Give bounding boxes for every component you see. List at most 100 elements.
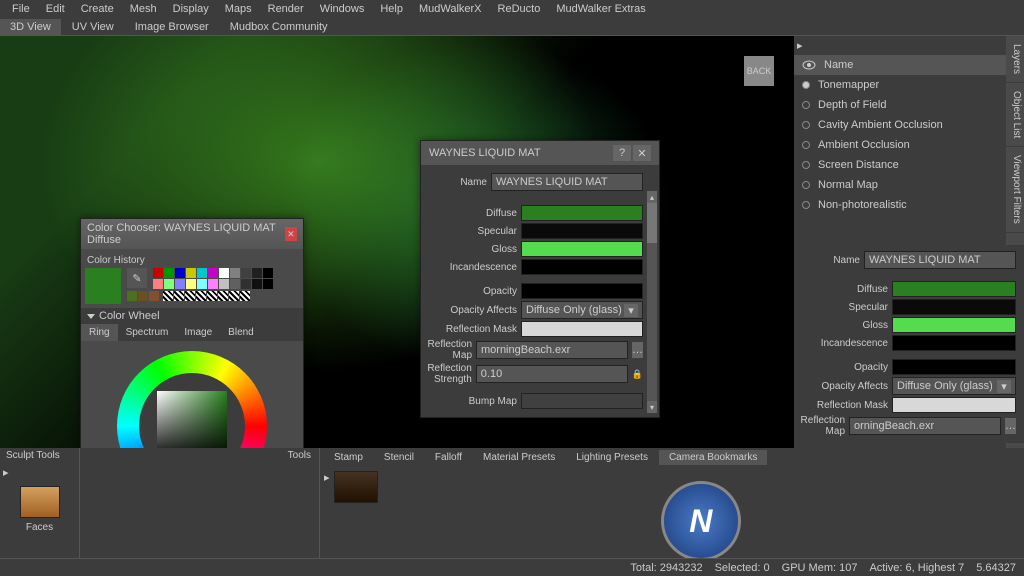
menu-edit[interactable]: Edit [38, 1, 73, 17]
palette-swatch[interactable] [153, 268, 163, 278]
help-button[interactable]: ? [613, 145, 631, 161]
close-button[interactable]: ✕ [285, 227, 297, 241]
menu-render[interactable]: Render [260, 1, 312, 17]
color-wheel-heading[interactable]: Color Wheel [81, 308, 303, 324]
empty-swatch[interactable] [229, 291, 239, 301]
expand-icon[interactable]: ▸ [3, 467, 9, 479]
layer-npr[interactable]: Non-photorealistic [794, 195, 1006, 215]
bump-swatch[interactable] [521, 393, 643, 409]
tab-material-presets[interactable]: Material Presets [473, 450, 565, 465]
visibility-dot[interactable] [802, 81, 810, 89]
layer-depth-of-field[interactable]: Depth of Field [794, 95, 1006, 115]
palette-swatch[interactable] [153, 279, 163, 289]
opacity-affects-dropdown[interactable]: Diffuse Only (glass)▾ [892, 377, 1016, 395]
history-swatch[interactable] [138, 291, 148, 301]
refl-map-input[interactable] [849, 417, 1001, 435]
empty-swatch[interactable] [163, 291, 173, 301]
empty-swatch[interactable] [196, 291, 206, 301]
opacity-affects-dropdown[interactable]: Diffuse Only (glass)▾ [521, 301, 643, 319]
palette-swatch[interactable] [252, 279, 262, 289]
incand-swatch[interactable] [892, 335, 1016, 351]
layer-screen-distance[interactable]: Screen Distance [794, 155, 1006, 175]
opacity-swatch[interactable] [521, 283, 643, 299]
name-input[interactable] [864, 251, 1016, 269]
sidetab-layers[interactable]: Layers [1006, 36, 1024, 83]
palette-swatch[interactable] [263, 268, 273, 278]
scrollbar[interactable]: ▴▾ [647, 191, 657, 413]
refl-map-input[interactable] [476, 341, 628, 359]
tab-blend[interactable]: Blend [220, 324, 262, 341]
palette-swatch[interactable] [186, 279, 196, 289]
palette-swatch[interactable] [164, 279, 174, 289]
tab-stamp[interactable]: Stamp [324, 450, 373, 465]
sidetab-viewport-filters[interactable]: Viewport Filters [1006, 147, 1024, 233]
palette-swatch[interactable] [219, 268, 229, 278]
empty-swatch[interactable] [207, 291, 217, 301]
back-button[interactable]: BACK [744, 56, 774, 86]
empty-swatch[interactable] [185, 291, 195, 301]
menu-mudwalker-extras[interactable]: MudWalker Extras [548, 1, 653, 17]
layer-normal-map[interactable]: Normal Map [794, 175, 1006, 195]
menu-windows[interactable]: Windows [312, 1, 373, 17]
menu-mudwalkerx[interactable]: MudWalkerX [411, 1, 490, 17]
dialog-titlebar[interactable]: WAYNES LIQUID MAT ? ✕ [421, 141, 659, 165]
browse-button[interactable]: … [1005, 418, 1016, 434]
incand-swatch[interactable] [521, 259, 643, 275]
tab-3d-view[interactable]: 3D View [0, 19, 61, 35]
browse-button[interactable]: … [632, 342, 643, 358]
palette-swatch[interactable] [197, 268, 207, 278]
visibility-dot[interactable] [802, 161, 810, 169]
menu-help[interactable]: Help [372, 1, 411, 17]
tab-ring[interactable]: Ring [81, 324, 118, 341]
tab-lighting-presets[interactable]: Lighting Presets [566, 450, 658, 465]
palette-swatch[interactable] [175, 279, 185, 289]
diffuse-swatch[interactable] [521, 205, 643, 221]
palette-swatch[interactable] [263, 279, 273, 289]
tab-stencil[interactable]: Stencil [374, 450, 424, 465]
expand-icon[interactable]: ▸ [324, 471, 330, 484]
refl-strength-input[interactable] [476, 365, 628, 383]
palette-swatch[interactable] [208, 268, 218, 278]
tab-uv-view[interactable]: UV View [62, 19, 124, 35]
scroll-down-icon[interactable]: ▾ [647, 401, 657, 413]
faces-tool-icon[interactable] [20, 486, 60, 518]
color-dialog-titlebar[interactable]: Color Chooser: WAYNES LIQUID MAT Diffuse… [81, 219, 303, 249]
close-button[interactable]: ✕ [633, 145, 651, 161]
menu-mesh[interactable]: Mesh [122, 1, 165, 17]
palette-swatch[interactable] [219, 279, 229, 289]
refl-mask-swatch[interactable] [521, 321, 643, 337]
tab-spectrum[interactable]: Spectrum [118, 324, 177, 341]
tab-image-browser[interactable]: Image Browser [125, 19, 219, 35]
tab-image[interactable]: Image [176, 324, 220, 341]
refl-mask-swatch[interactable] [892, 397, 1016, 413]
tab-mudbox-community[interactable]: Mudbox Community [220, 19, 338, 35]
empty-swatch[interactable] [174, 291, 184, 301]
scroll-thumb[interactable] [647, 203, 657, 243]
palette-swatch[interactable] [208, 279, 218, 289]
eyedropper-button[interactable]: ✎ [127, 268, 147, 288]
menu-create[interactable]: Create [73, 1, 122, 17]
opacity-swatch[interactable] [892, 359, 1016, 375]
palette-swatch[interactable] [230, 268, 240, 278]
tab-camera-bookmarks[interactable]: Camera Bookmarks [659, 450, 767, 465]
expand-icon[interactable]: ▸ [797, 40, 803, 52]
palette-swatch[interactable] [252, 268, 262, 278]
bookmark-thumbnail[interactable] [334, 471, 378, 503]
layer-cavity-ao[interactable]: Cavity Ambient Occlusion [794, 115, 1006, 135]
palette-swatch[interactable] [241, 268, 251, 278]
name-input[interactable] [491, 173, 643, 191]
visibility-dot[interactable] [802, 181, 810, 189]
palette-swatch[interactable] [230, 279, 240, 289]
palette-swatch[interactable] [175, 268, 185, 278]
visibility-dot[interactable] [802, 101, 810, 109]
layer-tonemapper[interactable]: Tonemapper [794, 75, 1006, 95]
palette-swatch[interactable] [197, 279, 207, 289]
menu-maps[interactable]: Maps [217, 1, 260, 17]
visibility-dot[interactable] [802, 141, 810, 149]
scroll-up-icon[interactable]: ▴ [647, 191, 657, 203]
palette-swatch[interactable] [241, 279, 251, 289]
gloss-swatch[interactable] [521, 241, 643, 257]
empty-swatch[interactable] [240, 291, 250, 301]
layer-ao[interactable]: Ambient Occlusion [794, 135, 1006, 155]
history-swatch[interactable] [127, 291, 137, 301]
